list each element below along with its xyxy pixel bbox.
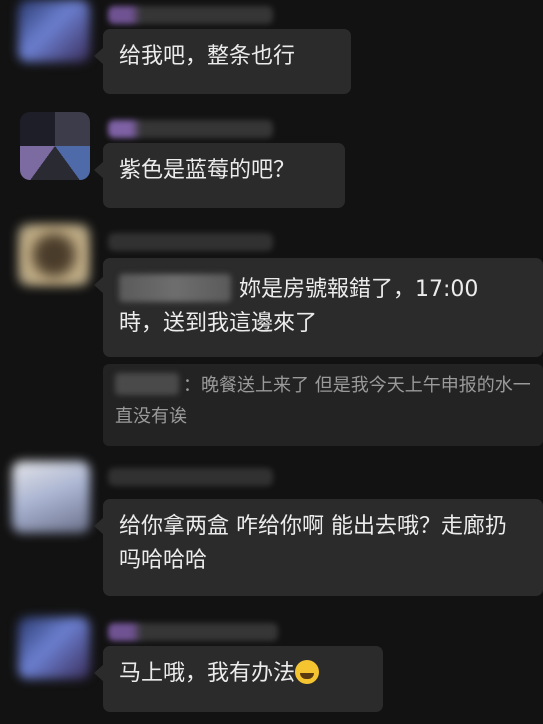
- sender-name: [108, 233, 273, 251]
- avatar[interactable]: [18, 0, 90, 62]
- sender-name: [108, 623, 278, 641]
- face-with-tears-of-joy-icon: [295, 660, 320, 684]
- sender-name: [108, 6, 273, 24]
- message-text: 紫色是蓝莓的吧？: [119, 158, 296, 183]
- avatar[interactable]: [18, 224, 90, 286]
- message-text: 马上哦，我有办法: [119, 661, 296, 686]
- avatar[interactable]: [20, 112, 90, 180]
- quoted-sender: [115, 373, 179, 395]
- message-bubble[interactable]: 给我吧，整条也行: [94, 29, 351, 94]
- quoted-message[interactable]: ：晚餐送上来了 但是我今天上午申报的水一直没有诶: [103, 364, 543, 446]
- avatar[interactable]: [12, 461, 90, 533]
- sender-name: [108, 468, 273, 486]
- message-bubble[interactable]: 紫色是蓝莓的吧？: [94, 143, 345, 208]
- message-text: 给你拿两盒 咋给你啊 能出去哦？走廊扔吗哈哈哈: [119, 514, 507, 573]
- mentioned-user: [119, 274, 231, 302]
- message-bubble[interactable]: 给你拿两盒 咋给你啊 能出去哦？走廊扔吗哈哈哈: [94, 499, 543, 596]
- message-bubble[interactable]: 妳是房號報錯了，17:00 時，送到我這邊來了: [94, 258, 543, 357]
- message-text: 给我吧，整条也行: [119, 44, 296, 69]
- message-bubble[interactable]: 马上哦，我有办法: [94, 646, 383, 712]
- avatar[interactable]: [18, 617, 90, 679]
- sender-name: [108, 120, 273, 138]
